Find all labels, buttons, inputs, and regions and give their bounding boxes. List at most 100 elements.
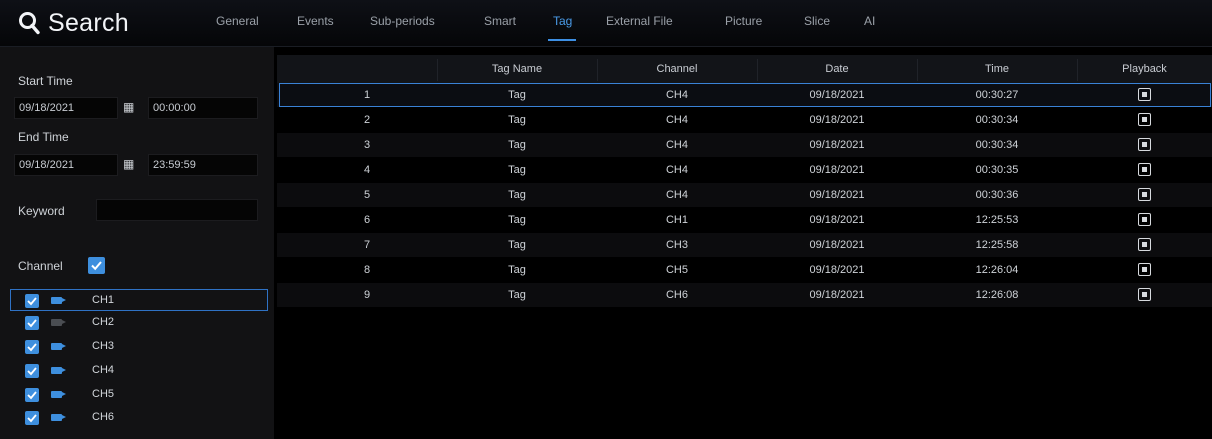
table-row[interactable]: 5 Tag CH4 09/18/2021 00:30:36 bbox=[277, 183, 1212, 207]
tab-picture[interactable]: Picture bbox=[725, 14, 762, 28]
table-row[interactable]: 2 Tag CH4 09/18/2021 00:30:34 bbox=[277, 108, 1212, 132]
channel-select-all-checkbox[interactable] bbox=[88, 257, 105, 274]
start-time-field[interactable]: 00:00:00 bbox=[148, 97, 258, 119]
column-header-index bbox=[277, 55, 437, 83]
top-bar: Search General Events Sub-periods Smart … bbox=[0, 0, 1212, 47]
row-channel: CH4 bbox=[665, 189, 688, 201]
play-box-icon[interactable] bbox=[1138, 213, 1151, 226]
column-header-time[interactable]: Time bbox=[917, 55, 1077, 83]
page-title-text: Search bbox=[48, 8, 130, 37]
row-date: 09/18/2021 bbox=[809, 264, 865, 276]
channel-name: CH6 bbox=[92, 411, 115, 423]
calendar-icon[interactable]: ▦ bbox=[123, 157, 134, 171]
column-header-playback: Playback bbox=[1122, 63, 1167, 75]
row-date: 09/18/2021 bbox=[809, 189, 865, 201]
channel-name: CH3 bbox=[92, 340, 115, 352]
tab-ai[interactable]: AI bbox=[864, 14, 875, 28]
camera-icon bbox=[51, 414, 66, 421]
keyword-label: Keyword bbox=[18, 204, 65, 218]
play-box-icon[interactable] bbox=[1138, 138, 1151, 151]
row-tag-name: Tag bbox=[508, 189, 526, 201]
column-header-tag-name[interactable]: Tag Name bbox=[437, 55, 597, 83]
tab-general[interactable]: General bbox=[216, 14, 259, 28]
row-channel: CH5 bbox=[665, 264, 688, 276]
channel-name: CH4 bbox=[92, 364, 115, 376]
channel-checkbox[interactable] bbox=[25, 364, 39, 378]
channel-checkbox[interactable] bbox=[25, 294, 39, 308]
play-box-icon[interactable] bbox=[1138, 238, 1151, 251]
row-index: 8 bbox=[363, 264, 371, 276]
channel-name: CH5 bbox=[92, 388, 115, 400]
row-time: 00:30:34 bbox=[975, 114, 1019, 126]
tab-events[interactable]: Events bbox=[297, 14, 334, 28]
row-date: 09/18/2021 bbox=[809, 239, 865, 251]
row-time: 00:30:35 bbox=[975, 164, 1019, 176]
active-tab-indicator bbox=[548, 39, 576, 41]
row-tag-name: Tag bbox=[508, 164, 526, 176]
row-tag-name: Tag bbox=[508, 139, 526, 151]
channel-checkbox[interactable] bbox=[25, 340, 39, 354]
selected-row-highlight bbox=[279, 83, 1211, 107]
row-tag-name: Tag bbox=[508, 289, 526, 301]
row-channel: CH4 bbox=[665, 164, 688, 176]
row-time: 12:26:08 bbox=[975, 289, 1019, 301]
page-title: Search bbox=[18, 5, 129, 41]
play-box-icon[interactable] bbox=[1138, 163, 1151, 176]
sidebar: Start Time 09/18/2021 ▦ 00:00:00 End Tim… bbox=[0, 47, 274, 439]
row-index: 5 bbox=[363, 189, 371, 201]
row-index: 2 bbox=[363, 114, 371, 126]
channel-label: Channel bbox=[18, 259, 63, 273]
row-channel: CH4 bbox=[665, 114, 688, 126]
tab-tag[interactable]: Tag bbox=[553, 14, 572, 28]
end-time-label: End Time bbox=[18, 130, 69, 144]
row-index: 3 bbox=[363, 139, 371, 151]
start-time-label: Start Time bbox=[18, 74, 73, 88]
table-row[interactable]: 6 Tag CH1 09/18/2021 12:25:53 bbox=[277, 208, 1212, 232]
channel-checkbox[interactable] bbox=[25, 388, 39, 402]
calendar-icon[interactable]: ▦ bbox=[123, 100, 134, 114]
play-box-icon[interactable] bbox=[1138, 288, 1151, 301]
end-time-field[interactable]: 23:59:59 bbox=[148, 154, 258, 176]
play-box-icon[interactable] bbox=[1138, 188, 1151, 201]
row-index: 6 bbox=[363, 214, 371, 226]
column-header-channel[interactable]: Channel bbox=[597, 55, 757, 83]
tab-slice[interactable]: Slice bbox=[804, 14, 830, 28]
row-time: 12:26:04 bbox=[975, 264, 1019, 276]
table-row[interactable]: 9 Tag CH6 09/18/2021 12:26:08 bbox=[277, 283, 1212, 307]
row-channel: CH4 bbox=[665, 139, 688, 151]
tab-smart[interactable]: Smart bbox=[484, 14, 516, 28]
table-row[interactable]: 8 Tag CH5 09/18/2021 12:26:04 bbox=[277, 258, 1212, 282]
table-header: Tag Name Channel Date Time Playback bbox=[277, 55, 1212, 83]
row-tag-name: Tag bbox=[508, 214, 526, 226]
row-tag-name: Tag bbox=[508, 114, 526, 126]
row-index: 7 bbox=[363, 239, 371, 251]
row-tag-name: Tag bbox=[508, 239, 526, 251]
start-date-field[interactable]: 09/18/2021 bbox=[14, 97, 118, 119]
channel-checkbox[interactable] bbox=[25, 316, 39, 330]
play-box-icon[interactable] bbox=[1138, 263, 1151, 276]
end-date-field[interactable]: 09/18/2021 bbox=[14, 154, 118, 176]
table-row[interactable]: 3 Tag CH4 09/18/2021 00:30:34 bbox=[277, 133, 1212, 157]
keyword-input[interactable] bbox=[96, 199, 258, 221]
row-channel: CH1 bbox=[665, 214, 688, 226]
row-date: 09/18/2021 bbox=[809, 114, 865, 126]
play-box-icon[interactable] bbox=[1138, 113, 1151, 126]
row-index: 9 bbox=[363, 289, 371, 301]
row-date: 09/18/2021 bbox=[809, 214, 865, 226]
row-channel: CH6 bbox=[665, 289, 688, 301]
column-header-date[interactable]: Date bbox=[757, 55, 917, 83]
channel-name: CH1 bbox=[92, 294, 115, 306]
table-row[interactable]: 4 Tag CH4 09/18/2021 00:30:35 bbox=[277, 158, 1212, 182]
table-row[interactable]: 7 Tag CH3 09/18/2021 12:25:58 bbox=[277, 233, 1212, 257]
row-time: 12:25:53 bbox=[975, 214, 1019, 226]
camera-icon bbox=[51, 319, 66, 326]
tab-external-file[interactable]: External File bbox=[606, 14, 673, 28]
selected-channel-highlight bbox=[10, 289, 268, 311]
row-time: 00:30:36 bbox=[975, 189, 1019, 201]
channel-checkbox[interactable] bbox=[25, 411, 39, 425]
row-date: 09/18/2021 bbox=[809, 164, 865, 176]
row-date: 09/18/2021 bbox=[809, 289, 865, 301]
camera-icon bbox=[51, 297, 66, 304]
row-time: 00:30:34 bbox=[975, 139, 1019, 151]
tab-sub-periods[interactable]: Sub-periods bbox=[370, 14, 435, 28]
